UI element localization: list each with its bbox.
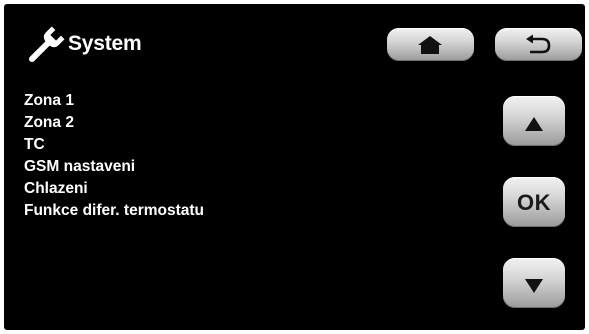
menu-item-zona-1[interactable]: Zona 1 (24, 90, 204, 112)
page-title: System (68, 32, 142, 55)
menu-item-zona-2[interactable]: Zona 2 (24, 112, 204, 134)
wrench-icon (28, 26, 65, 63)
ok-button-label: OK (517, 190, 551, 215)
scroll-down-button[interactable] (503, 258, 565, 308)
menu-item-funkce-difer-termostatu[interactable]: Funkce difer. termostatu (24, 200, 204, 222)
menu-list: Zona 1 Zona 2 TC GSM nastaveni Chlazeni … (24, 90, 204, 222)
scroll-up-button[interactable] (503, 96, 565, 146)
back-button[interactable] (495, 28, 582, 61)
device-screen: System Zona 1 Zona 2 TC GSM nastaveni Ch… (4, 4, 585, 330)
home-icon (418, 36, 442, 54)
menu-item-gsm-nastaveni[interactable]: GSM nastaveni (24, 156, 204, 178)
back-arrow-icon (526, 34, 551, 54)
up-triangle-icon (525, 117, 543, 131)
header: System (4, 4, 585, 84)
down-triangle-icon (525, 279, 543, 293)
menu-item-tc[interactable]: TC (24, 134, 204, 156)
menu-item-chlazeni[interactable]: Chlazeni (24, 178, 204, 200)
home-button[interactable] (387, 28, 474, 61)
ok-button[interactable]: OK (503, 177, 565, 227)
